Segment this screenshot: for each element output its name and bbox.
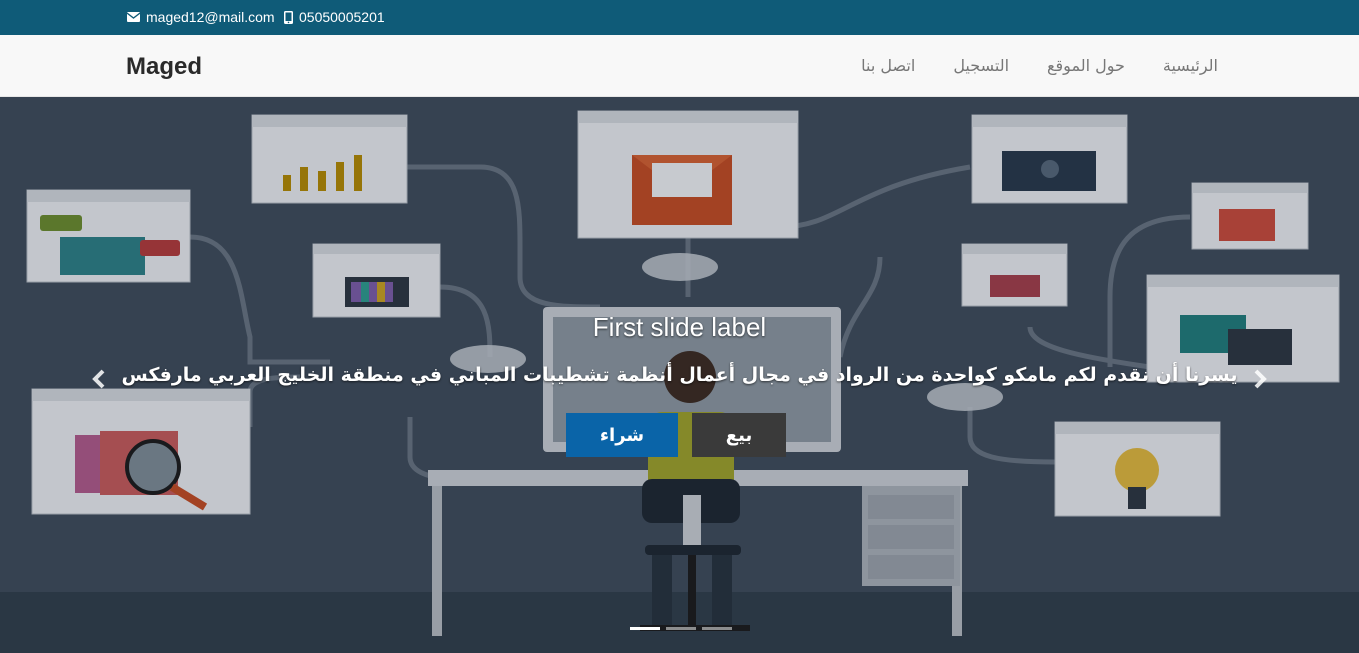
slide-title: First slide label — [592, 312, 767, 342]
mobile-phone-icon — [284, 10, 293, 24]
chevron-left-icon — [92, 369, 105, 389]
nav-link-register[interactable]: التسجيل — [953, 56, 1009, 75]
main-navbar: Maged الرئيسية حول الموقع التسجيل اتصل ب… — [0, 35, 1359, 97]
carousel-prev-button[interactable] — [92, 365, 106, 396]
carousel-indicator[interactable] — [630, 627, 660, 630]
nav-links: الرئيسية حول الموقع التسجيل اتصل بنا — [861, 56, 1218, 75]
buy-button[interactable]: شراء — [566, 413, 678, 457]
phone-text: 05050005201 — [299, 9, 385, 25]
email-text: maged12@mail.com — [146, 9, 275, 25]
carousel-next-button[interactable] — [1253, 365, 1267, 396]
chevron-right-icon — [1254, 369, 1267, 389]
envelope-icon — [127, 12, 140, 22]
carousel-indicator[interactable] — [666, 627, 696, 630]
hero-carousel: First slide label يسرنا أن نقدم لكم مامك… — [0, 97, 1359, 653]
phone-info[interactable]: 05050005201 — [284, 9, 385, 25]
nav-link-contact[interactable]: اتصل بنا — [861, 56, 915, 75]
slide-description: يسرنا أن نقدم لكم مامكو كواحدة من الرواد… — [121, 364, 1238, 386]
contact-topbar: maged12@mail.com 05050005201 — [0, 0, 1359, 35]
sell-button[interactable]: بيع — [692, 413, 786, 457]
nav-link-about[interactable]: حول الموقع — [1047, 56, 1125, 75]
carousel-indicator[interactable] — [702, 627, 732, 630]
brand-logo[interactable]: Maged — [126, 53, 202, 81]
email-info[interactable]: maged12@mail.com — [127, 9, 275, 25]
nav-link-home[interactable]: الرئيسية — [1163, 56, 1218, 75]
carousel-indicators — [630, 627, 732, 630]
